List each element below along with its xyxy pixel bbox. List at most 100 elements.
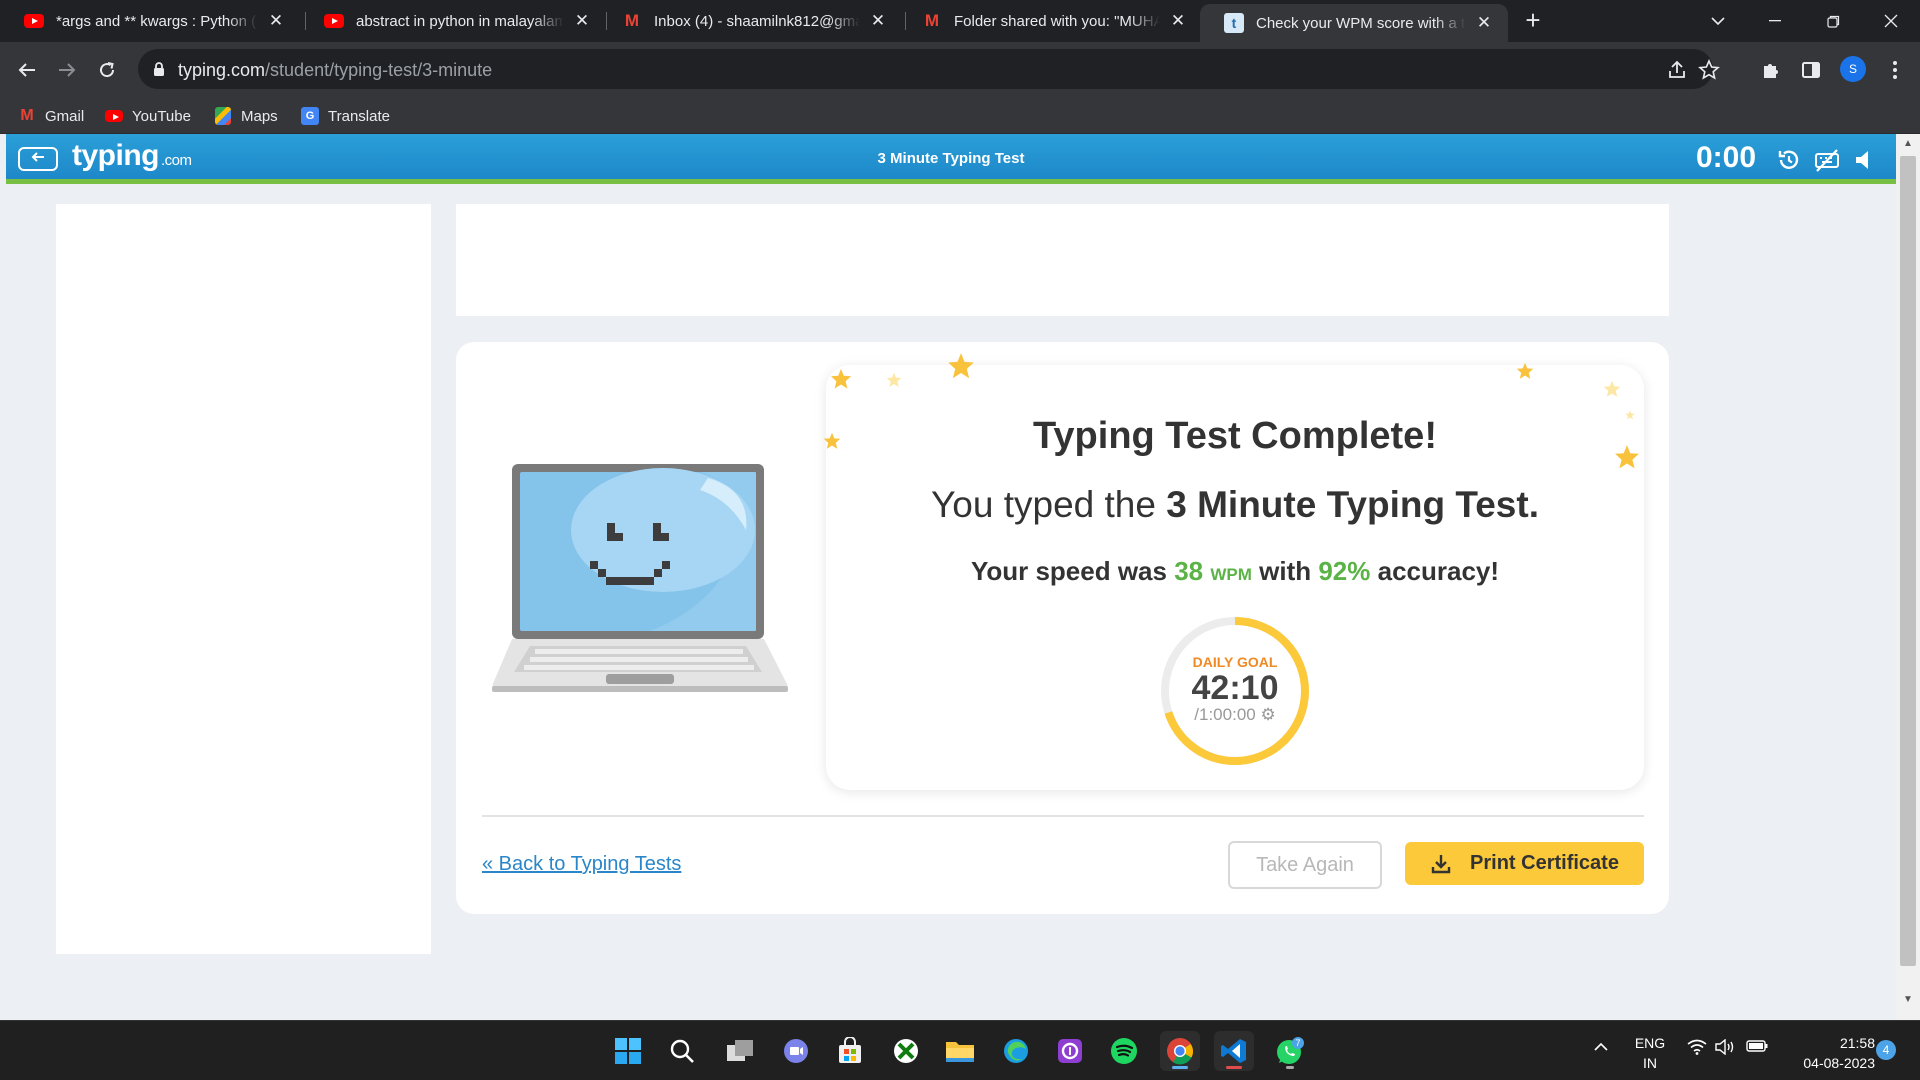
back-button[interactable] [12, 55, 42, 85]
print-certificate-button[interactable]: Print Certificate [1405, 842, 1644, 885]
windows-taskbar: 7 ENG IN 21:58 04-08-2023 4 [0, 1020, 1920, 1080]
star-icon [1603, 380, 1621, 397]
star-icon [948, 353, 974, 379]
battery-icon[interactable] [1746, 1039, 1768, 1061]
reload-icon [100, 62, 115, 78]
star-icon [830, 368, 852, 389]
menu-button[interactable] [1880, 55, 1910, 85]
url-path: /student/typing-test/3-minute [265, 60, 493, 80]
browser-tab[interactable]: M Folder shared with you: "MUHAM ✕ [898, 0, 1202, 42]
daily-goal-target[interactable]: /1:00:00 ⚙ [1158, 705, 1312, 725]
translate-icon: G [301, 107, 319, 125]
back-to-tests-link[interactable]: « Back to Typing Tests [482, 853, 681, 876]
close-icon [1884, 14, 1898, 28]
timer-display: 0:00 [1696, 141, 1757, 174]
spotify-icon[interactable] [1104, 1031, 1144, 1071]
tab-title: Folder shared with you: "MUHAM [954, 12, 1160, 30]
arrow-right-icon [59, 63, 76, 77]
chevron-down-icon [1711, 16, 1725, 25]
edge-icon[interactable] [996, 1031, 1036, 1071]
divider [482, 815, 1644, 817]
windows-start-icon[interactable] [608, 1031, 648, 1071]
task-view-icon[interactable] [720, 1031, 760, 1071]
profile-avatar[interactable]: S [1840, 56, 1866, 82]
share-icon [1669, 60, 1685, 78]
restore-icon [1826, 15, 1839, 28]
youtube-icon [24, 11, 44, 31]
forward-button[interactable] [52, 55, 82, 85]
vscode-icon[interactable] [1214, 1031, 1254, 1071]
language-indicator[interactable]: ENG IN [1620, 1033, 1680, 1073]
speed-prefix: Your speed was [970, 556, 1175, 586]
notification-badge[interactable]: 4 [1876, 1040, 1896, 1060]
tab-title: Check your WPM score with a thr [1256, 14, 1466, 32]
app-header: typing .com 3 Minute Typing Test 0:00 [6, 134, 1896, 184]
address-bar[interactable]: typing.com/student/typing-test/3-minute [138, 49, 1720, 89]
scroll-up-arrow[interactable]: ▲ [1900, 138, 1916, 152]
close-icon[interactable]: ✕ [266, 11, 286, 31]
bookmark-maps[interactable]: Maps [214, 103, 278, 129]
close-icon[interactable]: ✕ [1168, 11, 1188, 31]
browser-tab[interactable]: *args and ** kwargs : Python (Ma ✕ [0, 0, 300, 42]
browser-tab-active[interactable]: t Check your WPM score with a thr ✕ [1200, 4, 1508, 42]
bookmark-youtube[interactable]: YouTube [105, 103, 191, 129]
xbox-icon[interactable] [886, 1031, 926, 1071]
chevron-up-icon[interactable] [1590, 1039, 1612, 1061]
speed-suffix: accuracy! [1370, 556, 1500, 586]
sidebar-panel [56, 204, 431, 954]
youtube-icon [324, 11, 344, 31]
take-again-button[interactable]: Take Again [1228, 841, 1382, 889]
teams-chat-icon[interactable] [776, 1031, 816, 1071]
search-icon[interactable] [662, 1031, 702, 1071]
close-window-button[interactable] [1868, 0, 1914, 42]
clock-time: 21:58 [1839, 1035, 1875, 1051]
whatsapp-icon[interactable]: 7 [1270, 1031, 1310, 1071]
close-icon[interactable]: ✕ [1474, 13, 1494, 33]
url-host: typing.com [178, 60, 266, 80]
bookmarks-bar: M Gmail YouTube Maps G Translate [0, 97, 1920, 134]
bookmark-label: YouTube [132, 107, 191, 125]
reload-button[interactable] [92, 55, 122, 85]
side-panel-button[interactable] [1796, 55, 1826, 85]
new-tab-button[interactable]: + [1520, 7, 1546, 34]
volume-icon[interactable] [1714, 1038, 1736, 1061]
extensions-button[interactable] [1756, 55, 1786, 85]
tab-search-button[interactable] [1695, 0, 1741, 42]
sound-icon[interactable] [1852, 147, 1878, 173]
print-certificate-label: Print Certificate [1470, 852, 1619, 874]
whatsapp-badge: 7 [1295, 1038, 1300, 1048]
close-icon[interactable]: ✕ [868, 11, 888, 31]
test-name: 3 Minute Typing Test. [1166, 484, 1539, 525]
speed-mid: with [1251, 556, 1319, 586]
daily-goal-label: DAILY GOAL [1192, 654, 1278, 670]
clock[interactable]: 21:58 04-08-2023 [1775, 1033, 1875, 1073]
result-speed-line: Your speed was 38 WPM with 92% accuracy! [826, 556, 1644, 587]
tab-title: *args and ** kwargs : Python (Ma [56, 12, 258, 30]
laptop-illustration [492, 464, 788, 692]
url-text[interactable]: typing.com/student/typing-test/3-minute [178, 60, 492, 81]
scroll-down-arrow[interactable]: ▼ [1900, 994, 1916, 1008]
side-panel-icon [1802, 62, 1820, 78]
browser-tab[interactable]: M Inbox (4) - shaamilnk812@gmail. ✕ [598, 0, 902, 42]
close-icon[interactable]: ✕ [572, 11, 592, 31]
bookmark-label: Gmail [45, 107, 85, 125]
restart-icon[interactable] [1776, 147, 1802, 173]
browser-tab[interactable]: abstract in python in malayalam ✕ [300, 0, 606, 42]
keyboard-off-icon[interactable] [1814, 147, 1840, 173]
restore-button[interactable] [1810, 0, 1856, 42]
file-explorer-icon[interactable] [940, 1031, 980, 1071]
bookmark-translate[interactable]: G Translate [301, 103, 390, 129]
gmail-icon: M [924, 11, 940, 30]
minimize-button[interactable] [1752, 0, 1798, 42]
result-typed-line: You typed the 3 Minute Typing Test. [826, 484, 1644, 526]
scrollbar-thumb[interactable] [1900, 156, 1916, 966]
microsoft-store-icon[interactable] [830, 1031, 870, 1071]
chrome-icon[interactable] [1160, 1031, 1200, 1071]
wifi-icon[interactable] [1686, 1039, 1708, 1061]
bookmark-label: Translate [328, 107, 390, 125]
maps-icon [214, 107, 232, 125]
gear-icon[interactable]: ⚙ [1260, 705, 1275, 724]
bookmark-gmail[interactable]: M Gmail [18, 103, 84, 129]
app-icon[interactable] [1050, 1031, 1090, 1071]
wpm-value: 38 [1174, 556, 1204, 586]
